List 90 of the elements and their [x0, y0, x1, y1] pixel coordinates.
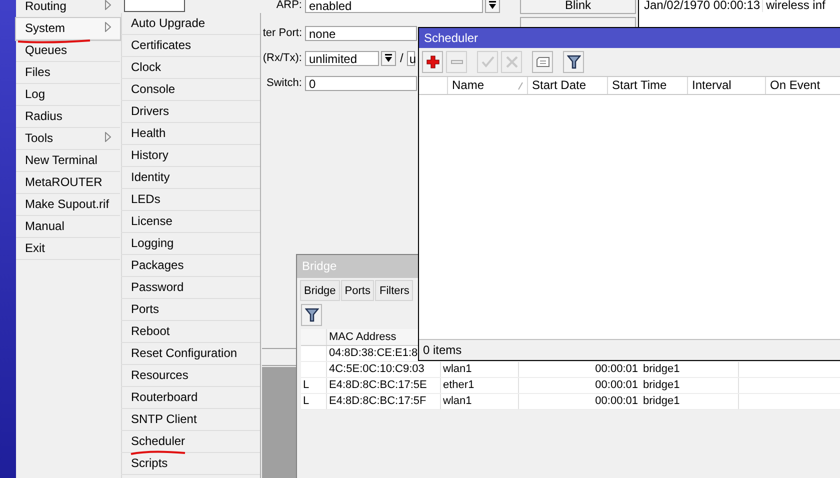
column-header[interactable]: On Event — [766, 77, 840, 94]
column-header[interactable]: Start Time — [608, 77, 688, 94]
menu-item[interactable]: Radius — [16, 106, 120, 128]
menu-item[interactable]: Log — [16, 84, 120, 106]
window-title: Bridge — [302, 259, 337, 273]
menu-item[interactable]: Clock — [121, 57, 260, 79]
menu-item[interactable]: Manual — [16, 216, 120, 238]
menu-item[interactable]: Scripts — [121, 453, 260, 475]
tab[interactable]: Filters — [375, 280, 414, 301]
cross-icon — [504, 55, 518, 69]
table-cell-text: 00:00:01 — [594, 378, 639, 393]
menu-item[interactable]: Tools — [16, 128, 120, 150]
table-cell-text: 00:00:01 — [594, 394, 639, 409]
plus-icon — [426, 55, 440, 69]
table-cell-text: 00:00:01 — [594, 362, 639, 377]
menu-item[interactable]: History — [121, 145, 260, 167]
sort-icon — [518, 82, 523, 90]
log-message: wireless inf — [762, 0, 826, 12]
menu-item[interactable]: Logging — [121, 233, 260, 255]
dropdown-button[interactable] — [485, 0, 500, 12]
note-icon — [536, 56, 550, 68]
menu-item[interactable]: Make Supout.rif — [16, 194, 120, 216]
table-cell: bridge1 — [641, 394, 739, 409]
field-label: (Rx/Tx): — [262, 52, 303, 64]
input-field[interactable]: 0 — [305, 76, 417, 90]
dropdown-icon — [384, 54, 393, 62]
field-label: Switch: — [266, 77, 303, 89]
menu-item[interactable]: New Terminal — [16, 150, 120, 172]
separator-text: / — [400, 51, 404, 65]
table-cell: L — [301, 394, 327, 409]
menu-item[interactable]: Ports — [121, 299, 260, 321]
menu-item[interactable]: Resources — [121, 365, 260, 387]
tab[interactable]: Ports — [340, 280, 374, 301]
input-field[interactable]: unlimited — [305, 50, 379, 66]
select-field[interactable]: enabled — [305, 0, 483, 12]
filter-button[interactable] — [563, 51, 584, 73]
item-count: 0 items — [422, 342, 463, 359]
menu-item[interactable]: Identity — [121, 167, 260, 189]
menu-item[interactable]: Reset Configuration — [121, 343, 260, 365]
table-cell: wlan1 — [441, 394, 519, 409]
submenu-arrow-icon — [105, 0, 111, 10]
menu-item[interactable]: Auto Upgrade — [121, 13, 260, 35]
menu-item[interactable]: LEDs — [121, 189, 260, 211]
filter-icon — [566, 55, 580, 69]
column-header[interactable]: Interval — [688, 77, 766, 94]
menu-item[interactable]: SNTP Client — [121, 409, 260, 431]
dropdown-button[interactable] — [381, 50, 396, 66]
menu-item[interactable]: Drivers — [121, 101, 260, 123]
table-cell: bridge1 — [641, 378, 739, 393]
table-cell: L — [301, 378, 327, 393]
table-cell: ether1 — [441, 378, 519, 393]
add-button[interactable] — [422, 51, 443, 73]
log-time: Jan/02/1970 00:00:13 — [644, 0, 762, 12]
menu-item[interactable]: Queues — [16, 40, 120, 62]
table-cell: E4:8D:8C:BC:17:5F — [327, 394, 441, 409]
filter-icon — [304, 308, 318, 322]
input-field[interactable] — [124, 0, 185, 12]
tab[interactable]: Bridge — [300, 280, 340, 301]
menu-item[interactable]: Files — [16, 62, 120, 84]
input-field[interactable]: u — [407, 50, 416, 66]
submenu-arrow-icon — [105, 22, 111, 32]
menu-item[interactable]: Password — [121, 277, 260, 299]
menu-item[interactable]: License — [121, 211, 260, 233]
check-icon — [480, 55, 494, 69]
menu-item[interactable]: Console — [121, 79, 260, 101]
field-label: ter Port: — [262, 27, 303, 39]
blink-button[interactable]: Blink — [520, 0, 636, 14]
column-header[interactable]: Start Date — [528, 77, 608, 94]
comment-button[interactable] — [532, 51, 553, 73]
table-cell: wlan1 — [441, 362, 519, 377]
table-cell-text: 04:8D:38:CE:E1:8 — [328, 346, 418, 361]
table-cell: 4C:5E:0C:10:C9:03 — [327, 362, 441, 377]
column-header[interactable]: Name — [448, 77, 528, 94]
menu-item[interactable]: Reboot — [121, 321, 260, 343]
submenu-arrow-icon — [105, 132, 111, 142]
filter-button[interactable] — [301, 304, 322, 326]
dropdown-icon — [488, 0, 497, 10]
menu-item[interactable]: Health — [121, 123, 260, 145]
table-cell: E4:8D:8C:BC:17:5E — [327, 378, 441, 393]
table-cell: bridge1 — [641, 362, 739, 377]
underline-mark — [130, 450, 186, 455]
input-field[interactable]: none — [305, 26, 417, 40]
menu-item[interactable]: Exit — [16, 238, 120, 260]
menu-item[interactable]: Scheduler — [121, 431, 260, 453]
menu-item[interactable]: Routerboard — [121, 387, 260, 409]
menu-item[interactable]: Packages — [121, 255, 260, 277]
menu-item[interactable]: MetaROUTER — [16, 172, 120, 194]
field-label: ARP: — [275, 0, 303, 11]
window-title: Scheduler — [424, 31, 478, 45]
menu-item[interactable]: Certificates — [121, 35, 260, 57]
